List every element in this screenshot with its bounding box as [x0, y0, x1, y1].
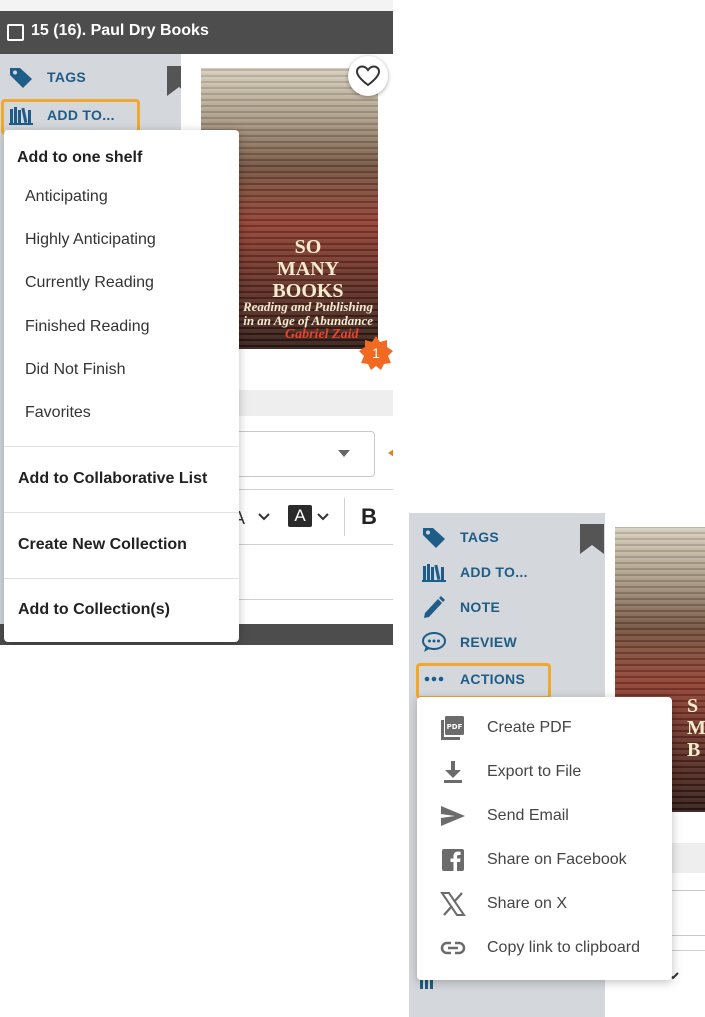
record-title: 15 (16). Paul Dry Books	[31, 22, 209, 39]
note-label: NOTE	[460, 599, 501, 615]
tags-label: TAGS	[460, 529, 500, 545]
add-to-menu: Add to one shelf Anticipating Highly Ant…	[4, 130, 239, 642]
books-icon	[422, 564, 446, 582]
badge-count: 1	[372, 345, 380, 361]
send-email-item[interactable]: Send Email	[440, 803, 569, 829]
tag-icon	[10, 68, 32, 88]
heart-icon	[356, 65, 380, 87]
copy-link-item[interactable]: Copy link to clipboard	[440, 935, 640, 961]
share-x-label: Share on X	[487, 895, 568, 912]
bold-button[interactable]: B	[361, 504, 377, 530]
create-pdf-label: Create PDF	[487, 719, 572, 736]
note-button[interactable]: NOTE	[422, 596, 500, 618]
add-to-button[interactable]: ADD TO...	[422, 561, 528, 583]
x-logo-icon	[440, 892, 466, 916]
svg-text:PDF: PDF	[447, 723, 463, 731]
pdf-icon: PDF	[441, 716, 464, 740]
tags-button[interactable]: TAGS	[9, 66, 86, 88]
shelf-heading: Add to one shelf	[17, 149, 143, 166]
copy-link-label: Copy link to clipboard	[487, 939, 640, 956]
actions-label: ACTIONS	[460, 671, 526, 687]
cover-author: Gabriel Zaid	[285, 327, 359, 342]
send-icon	[441, 806, 465, 826]
annotation-count-badge[interactable]: 1	[359, 336, 393, 370]
tags-button[interactable]: TAGS	[422, 526, 499, 548]
shelf-option-highly-anticipating[interactable]: Highly Anticipating	[25, 231, 156, 249]
top-strip	[0, 0, 393, 11]
cover-title-line: MANY	[276, 258, 340, 280]
review-label: REVIEW	[460, 634, 518, 650]
add-to-label: ADD TO...	[460, 564, 528, 580]
record-panel-actions: TAGS ADD TO... NOTE REVIEW ACTIONS S M B…	[409, 513, 705, 1017]
send-email-label: Send Email	[487, 807, 569, 824]
chevron-down-icon[interactable]	[258, 513, 270, 521]
cover-title: SO MANY BOOKS	[263, 236, 353, 302]
shelf-option-anticipating[interactable]: Anticipating	[25, 188, 108, 206]
pencil-icon	[424, 596, 445, 618]
chevron-down-icon[interactable]	[317, 513, 329, 521]
review-button[interactable]: REVIEW	[422, 631, 517, 653]
cover-letter: S	[687, 695, 699, 717]
books-icon	[9, 107, 33, 125]
create-pdf-item[interactable]: PDF Create PDF	[440, 715, 571, 741]
add-to-collaborative-list[interactable]: Add to Collaborative List	[18, 470, 207, 488]
favorite-button[interactable]	[348, 56, 388, 96]
share-facebook-label: Share on Facebook	[487, 851, 627, 868]
actions-menu: PDF Create PDF Export to File Send Email…	[417, 697, 672, 980]
chevron-down-icon	[338, 450, 350, 457]
select-record-checkbox[interactable]	[7, 24, 24, 41]
cover-title-line: SO	[294, 236, 322, 258]
tag-icon	[423, 528, 445, 548]
download-icon	[444, 761, 462, 783]
record-header: 15 (16). Paul Dry Books	[0, 11, 393, 54]
tags-label: TAGS	[47, 69, 87, 85]
prev-arrow-icon[interactable]	[388, 449, 393, 457]
facebook-icon	[442, 849, 464, 871]
toolbar-divider	[344, 498, 345, 536]
link-icon	[440, 941, 466, 955]
add-to-button[interactable]: ADD TO...	[9, 104, 115, 126]
text-color-icon[interactable]: A	[288, 505, 312, 527]
share-x-item[interactable]: Share on X	[440, 891, 567, 917]
more-dots-icon	[424, 676, 444, 682]
cover-letter: M	[687, 717, 705, 739]
menu-divider	[4, 512, 239, 513]
share-facebook-item[interactable]: Share on Facebook	[440, 847, 627, 873]
record-panel-add-to: 15 (16). Paul Dry Books TAGS ADD TO... S…	[0, 0, 393, 645]
bookmark-icon[interactable]	[580, 524, 604, 554]
menu-divider	[4, 446, 239, 447]
shelf-option-currently-reading[interactable]: Currently Reading	[25, 274, 154, 292]
export-to-file-label: Export to File	[487, 763, 582, 780]
menu-divider	[4, 578, 239, 579]
shelf-option-favorites[interactable]: Favorites	[25, 404, 91, 422]
chat-bubble-icon	[422, 632, 446, 652]
export-to-file-item[interactable]: Export to File	[440, 759, 581, 785]
actions-button[interactable]: ACTIONS	[422, 668, 525, 690]
cover-letter: B	[687, 739, 701, 761]
add-to-collections[interactable]: Add to Collection(s)	[18, 601, 170, 619]
add-to-label: ADD TO...	[47, 107, 115, 123]
create-new-collection[interactable]: Create New Collection	[18, 536, 187, 554]
shelf-option-finished-reading[interactable]: Finished Reading	[25, 318, 150, 336]
shelf-option-did-not-finish[interactable]: Did Not Finish	[25, 361, 125, 379]
